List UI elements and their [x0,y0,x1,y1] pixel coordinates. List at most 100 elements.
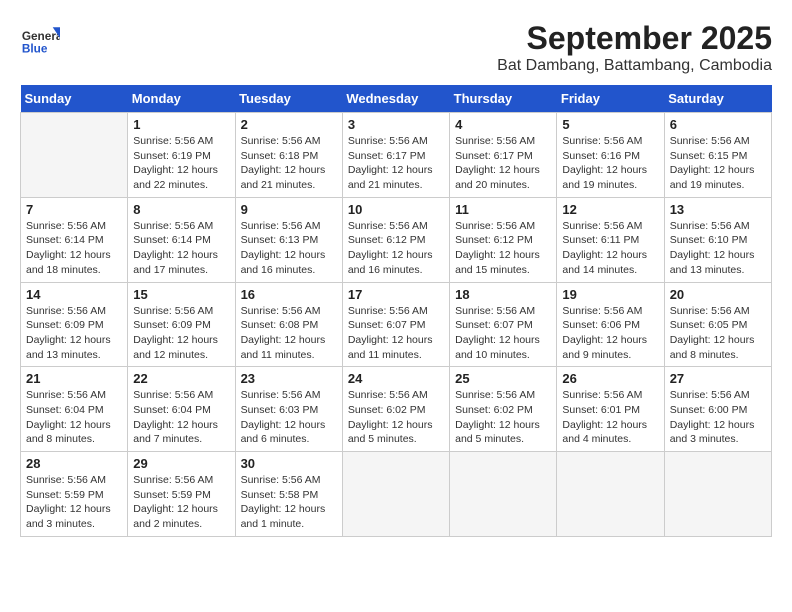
calendar-week-4: 21 Sunrise: 5:56 AM Sunset: 6:04 PM Dayli… [21,367,772,452]
day-info: Sunrise: 5:56 AM Sunset: 6:18 PM Dayligh… [241,134,337,193]
day-info: Sunrise: 5:56 AM Sunset: 6:02 PM Dayligh… [455,388,551,447]
calendar-cell: 5Sunrise: 5:56 AM Sunset: 6:16 PM Daylig… [557,113,664,198]
day-number: 2 [241,117,337,132]
day-number: 14 [26,287,122,302]
day-number: 20 [670,287,766,302]
calendar-cell: 19 Sunrise: 5:56 AM Sunset: 6:06 PM Dayli… [557,282,664,367]
calendar-week-2: 7 Sunrise: 5:56 AM Sunset: 6:14 PM Daylig… [21,197,772,282]
day-number: 16 [241,287,337,302]
day-info: Sunrise: 5:56 AM Sunset: 6:10 PM Dayligh… [670,219,766,278]
calendar-cell: 11 Sunrise: 5:56 AM Sunset: 6:12 PM Dayli… [450,197,557,282]
day-info: Sunrise: 5:56 AM Sunset: 5:59 PM Dayligh… [26,473,122,532]
calendar-cell: 30 Sunrise: 5:56 AM Sunset: 5:58 PM Dayli… [235,452,342,537]
day-number: 13 [670,202,766,217]
title-block: September 2025 Bat Dambang, Battambang, … [497,20,772,75]
calendar-cell: 6Sunrise: 5:56 AM Sunset: 6:15 PM Daylig… [664,113,771,198]
day-number: 18 [455,287,551,302]
weekday-header-tuesday: Tuesday [235,85,342,113]
calendar-cell: 18 Sunrise: 5:56 AM Sunset: 6:07 PM Dayli… [450,282,557,367]
day-number: 9 [241,202,337,217]
day-number: 10 [348,202,444,217]
day-info: Sunrise: 5:56 AM Sunset: 6:06 PM Dayligh… [562,304,658,363]
day-info: Sunrise: 5:56 AM Sunset: 6:07 PM Dayligh… [348,304,444,363]
calendar-cell: 9 Sunrise: 5:56 AM Sunset: 6:13 PM Daylig… [235,197,342,282]
day-info: Sunrise: 5:56 AM Sunset: 6:12 PM Dayligh… [348,219,444,278]
day-info: Sunrise: 5:56 AM Sunset: 5:59 PM Dayligh… [133,473,229,532]
day-info: Sunrise: 5:56 AM Sunset: 6:09 PM Dayligh… [26,304,122,363]
day-number: 1 [133,117,229,132]
logo: General Blue [20,20,64,60]
calendar-cell: 24Sunrise: 5:56 AM Sunset: 6:02 PM Dayli… [342,367,449,452]
day-info: Sunrise: 5:56 AM Sunset: 6:08 PM Dayligh… [241,304,337,363]
day-info: Sunrise: 5:56 AM Sunset: 6:02 PM Dayligh… [348,388,444,447]
day-info: Sunrise: 5:56 AM Sunset: 5:58 PM Dayligh… [241,473,337,532]
calendar-cell: 14 Sunrise: 5:56 AM Sunset: 6:09 PM Dayli… [21,282,128,367]
location-subtitle: Bat Dambang, Battambang, Cambodia [497,57,772,75]
day-info: Sunrise: 5:56 AM Sunset: 6:09 PM Dayligh… [133,304,229,363]
day-info: Sunrise: 5:56 AM Sunset: 6:16 PM Dayligh… [562,134,658,193]
day-number: 30 [241,456,337,471]
calendar-cell: 25Sunrise: 5:56 AM Sunset: 6:02 PM Dayli… [450,367,557,452]
weekday-header-thursday: Thursday [450,85,557,113]
calendar-table: SundayMondayTuesdayWednesdayThursdayFrid… [20,85,772,537]
day-number: 8 [133,202,229,217]
calendar-cell: 4 Sunrise: 5:56 AM Sunset: 6:17 PM Daylig… [450,113,557,198]
calendar-cell: 15Sunrise: 5:56 AM Sunset: 6:09 PM Dayli… [128,282,235,367]
calendar-cell: 28 Sunrise: 5:56 AM Sunset: 5:59 PM Dayli… [21,452,128,537]
day-number: 22 [133,371,229,386]
day-number: 12 [562,202,658,217]
day-info: Sunrise: 5:56 AM Sunset: 6:17 PM Dayligh… [455,134,551,193]
day-info: Sunrise: 5:56 AM Sunset: 6:04 PM Dayligh… [133,388,229,447]
day-info: Sunrise: 5:56 AM Sunset: 6:01 PM Dayligh… [562,388,658,447]
day-number: 26 [562,371,658,386]
weekday-header-monday: Monday [128,85,235,113]
day-number: 19 [562,287,658,302]
calendar-cell [664,452,771,537]
page-header: General Blue September 2025 Bat Dambang,… [20,20,772,75]
day-info: Sunrise: 5:56 AM Sunset: 6:00 PM Dayligh… [670,388,766,447]
weekday-header-wednesday: Wednesday [342,85,449,113]
calendar-cell: 20 Sunrise: 5:56 AM Sunset: 6:05 PM Dayli… [664,282,771,367]
calendar-week-5: 28 Sunrise: 5:56 AM Sunset: 5:59 PM Dayli… [21,452,772,537]
calendar-cell: 7 Sunrise: 5:56 AM Sunset: 6:14 PM Daylig… [21,197,128,282]
day-number: 4 [455,117,551,132]
day-number: 29 [133,456,229,471]
calendar-cell: 27 Sunrise: 5:56 AM Sunset: 6:00 PM Dayli… [664,367,771,452]
calendar-cell [557,452,664,537]
calendar-cell [450,452,557,537]
day-number: 17 [348,287,444,302]
day-info: Sunrise: 5:56 AM Sunset: 6:07 PM Dayligh… [455,304,551,363]
day-info: Sunrise: 5:56 AM Sunset: 6:04 PM Dayligh… [26,388,122,447]
day-info: Sunrise: 5:56 AM Sunset: 6:14 PM Dayligh… [133,219,229,278]
calendar-cell: 17 Sunrise: 5:56 AM Sunset: 6:07 PM Dayli… [342,282,449,367]
calendar-cell: 22 Sunrise: 5:56 AM Sunset: 6:04 PM Dayli… [128,367,235,452]
calendar-week-3: 14 Sunrise: 5:56 AM Sunset: 6:09 PM Dayli… [21,282,772,367]
day-number: 11 [455,202,551,217]
calendar-cell: 26 Sunrise: 5:56 AM Sunset: 6:01 PM Dayli… [557,367,664,452]
day-info: Sunrise: 5:56 AM Sunset: 6:03 PM Dayligh… [241,388,337,447]
day-info: Sunrise: 5:56 AM Sunset: 6:14 PM Dayligh… [26,219,122,278]
calendar-cell: 2 Sunrise: 5:56 AM Sunset: 6:18 PM Daylig… [235,113,342,198]
weekday-header-sunday: Sunday [21,85,128,113]
calendar-cell: 16 Sunrise: 5:56 AM Sunset: 6:08 PM Dayli… [235,282,342,367]
day-number: 27 [670,371,766,386]
weekday-header-row: SundayMondayTuesdayWednesdayThursdayFrid… [21,85,772,113]
calendar-cell [21,113,128,198]
day-info: Sunrise: 5:56 AM Sunset: 6:05 PM Dayligh… [670,304,766,363]
day-number: 21 [26,371,122,386]
calendar-week-1: 1Sunrise: 5:56 AM Sunset: 6:19 PM Daylig… [21,113,772,198]
calendar-cell: 13 Sunrise: 5:56 AM Sunset: 6:10 PM Dayli… [664,197,771,282]
calendar-cell: 3Sunrise: 5:56 AM Sunset: 6:17 PM Daylig… [342,113,449,198]
calendar-cell: 1Sunrise: 5:56 AM Sunset: 6:19 PM Daylig… [128,113,235,198]
weekday-header-saturday: Saturday [664,85,771,113]
day-number: 28 [26,456,122,471]
day-info: Sunrise: 5:56 AM Sunset: 6:11 PM Dayligh… [562,219,658,278]
day-number: 23 [241,371,337,386]
day-info: Sunrise: 5:56 AM Sunset: 6:12 PM Dayligh… [455,219,551,278]
day-number: 7 [26,202,122,217]
calendar-cell: 23 Sunrise: 5:56 AM Sunset: 6:03 PM Dayli… [235,367,342,452]
calendar-cell: 21 Sunrise: 5:56 AM Sunset: 6:04 PM Dayli… [21,367,128,452]
day-number: 3 [348,117,444,132]
calendar-cell: 10 Sunrise: 5:56 AM Sunset: 6:12 PM Dayli… [342,197,449,282]
day-info: Sunrise: 5:56 AM Sunset: 6:13 PM Dayligh… [241,219,337,278]
